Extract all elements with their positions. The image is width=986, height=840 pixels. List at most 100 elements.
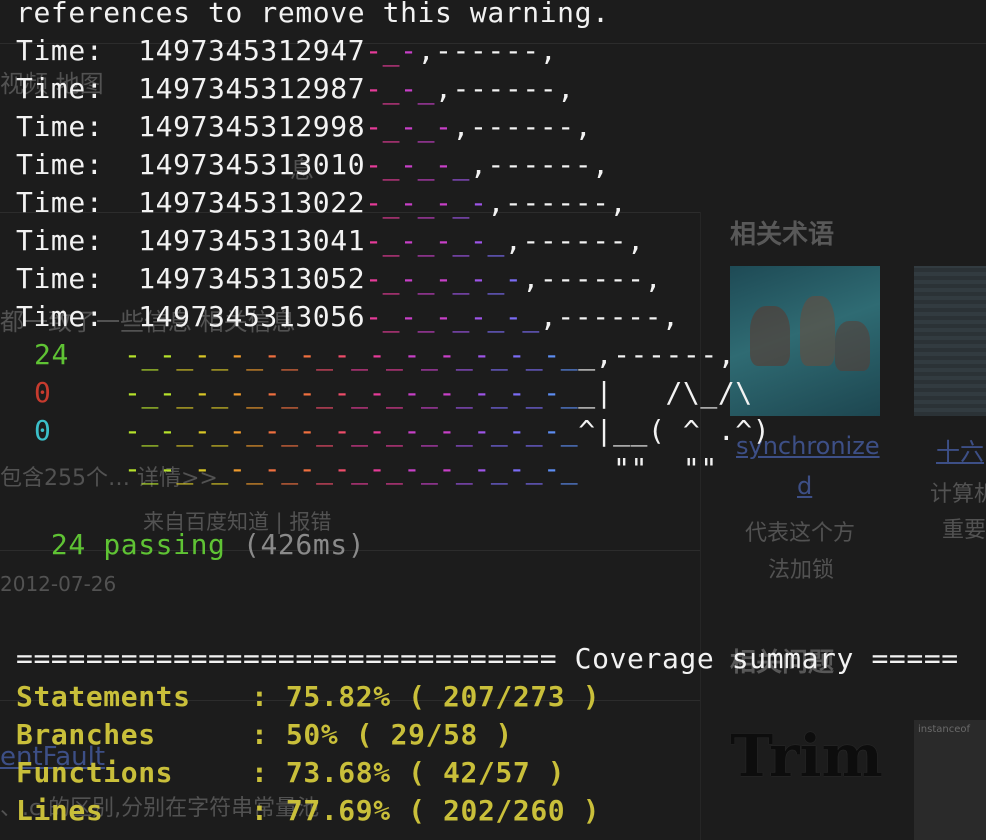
rainbow-segment: _ [452, 224, 470, 257]
coverage-row: Branches: 50% ( 29/58 ) [16, 716, 513, 754]
time-tail: ,------, [452, 110, 593, 143]
rainbow-segment: - [400, 34, 418, 67]
rainbow-segment: _ [420, 376, 439, 409]
rainbow-segment: _ [487, 262, 505, 295]
rainbow-segment: _ [420, 338, 439, 371]
rainbow-segment: _ [417, 224, 436, 257]
time-label: Time: [16, 72, 139, 105]
coverage-header-rule-left: =============================== [16, 642, 558, 675]
rainbow-segment: - [333, 338, 352, 371]
warning-line: references to remove this warning. [16, 0, 610, 29]
rainbow-segment: - [365, 300, 383, 333]
rainbow-segment: - [158, 452, 177, 485]
terminal-window[interactable]: references to remove this warning. Time:… [0, 0, 986, 840]
rainbow-segment: - [298, 376, 317, 409]
rainbow-segment: _ [452, 148, 470, 181]
rainbow-segment: - [400, 110, 418, 143]
rainbow-segment: _ [141, 376, 159, 409]
rainbow-segment: - [365, 186, 383, 219]
coverage-value: : 73.68% ( 42/57 ) [251, 756, 566, 789]
rainbow-segment: - [365, 34, 383, 67]
coverage-label: Lines [16, 794, 104, 827]
rainbow-segment: _ [316, 452, 334, 485]
rainbow-segment: - [400, 186, 418, 219]
rainbow-segment: _ [211, 376, 229, 409]
rainbow-segment: _ [141, 338, 159, 371]
coverage-label: Branches [16, 718, 156, 751]
rainbow-segment: _ [487, 224, 505, 257]
rainbow-segment: - [228, 376, 247, 409]
passing-label: passing [103, 528, 226, 561]
time-value: 1497345313052 [138, 262, 366, 295]
rainbow-segment: - [403, 376, 421, 409]
time-label: Time: [16, 224, 139, 257]
timestamp-line: Time: 1497345312987-_-_,------, [16, 70, 575, 108]
rainbow-segment: - [368, 376, 387, 409]
rainbow-segment: - [438, 452, 456, 485]
rainbow-segment: _ [417, 110, 436, 143]
rainbow-segment: _ [246, 376, 264, 409]
rainbow-segment: _ [490, 376, 509, 409]
rainbow-segment: - [543, 376, 561, 409]
timestamp-line: Time: 1497345313010-_-_-_,------, [16, 146, 610, 184]
time-label: Time: [16, 300, 139, 333]
time-tail: ,------, [417, 34, 558, 67]
rainbow-segment: - [365, 148, 383, 181]
rainbow-segment: _ [452, 186, 470, 219]
nyan-cat-part: ^|__( ^ .^) [578, 414, 771, 447]
rainbow-segment: - [435, 300, 453, 333]
rainbow-segment: - [473, 376, 491, 409]
rainbow-segment: _ [281, 414, 299, 447]
rainbow-segment: _ [417, 148, 436, 181]
rainbow-segment: - [508, 452, 526, 485]
timestamp-line: Time: 1497345312998-_-_-,------, [16, 108, 592, 146]
rainbow-segment: _ [417, 262, 436, 295]
rainbow-segment: - [333, 452, 352, 485]
rainbow-segment: - [435, 186, 453, 219]
rainbow-segment: - [193, 452, 212, 485]
rainbow-segment: _ [417, 72, 436, 105]
rainbow-segment: _ [351, 414, 369, 447]
rainbow-segment: _ [490, 452, 509, 485]
time-label: Time: [16, 186, 139, 219]
rainbow-segment: _ [452, 300, 470, 333]
rainbow-segment: _ [525, 414, 544, 447]
rainbow-segment: - [368, 338, 387, 371]
rainbow-segment: - [504, 300, 523, 333]
timestamp-line: Time: 1497345312947-_-,------, [16, 32, 557, 70]
rainbow-segment: - [543, 414, 561, 447]
timestamp-line: Time: 1497345313052-_-_-_-_-,------, [16, 260, 662, 298]
nyan-cat-part: "" "" [578, 452, 718, 485]
nyan-cat-part: _| /\_/\ [578, 376, 753, 409]
timestamp-line: Time: 1497345313022-_-_-_-,------, [16, 184, 627, 222]
time-value: 1497345312998 [138, 110, 366, 143]
rainbow-segment: _ [141, 452, 159, 485]
rainbow-segment: - [473, 338, 491, 371]
rainbow-segment: _ [382, 72, 401, 105]
rainbow-segment: _ [420, 452, 439, 485]
rainbow-segment: - [543, 338, 561, 371]
rainbow-segment: - [263, 338, 282, 371]
rainbow-segment: - [333, 376, 352, 409]
rainbow-segment: - [298, 338, 317, 371]
rainbow-segment: _ [246, 452, 264, 485]
rainbow-segment: - [473, 414, 491, 447]
rainbow-segment: - [365, 72, 383, 105]
rainbow-segment: - [368, 414, 387, 447]
rainbow-segment: _ [560, 376, 579, 409]
rainbow-segment: - [435, 224, 453, 257]
rainbow-segment: _ [351, 338, 369, 371]
rainbow-segment: - [403, 414, 421, 447]
rainbow-segment: - [124, 338, 142, 371]
rainbow-segment: _ [246, 414, 264, 447]
rainbow-segment: _ [316, 414, 334, 447]
pending-count: 0 [34, 414, 52, 447]
nyan-row: 0 -_-_-_-_-_-_-_-_-_-_-_-_-_^|__( ^ .^) [16, 412, 770, 450]
rainbow-segment: _ [316, 338, 334, 371]
passing-summary: 24 passing (426ms) [16, 526, 365, 564]
time-value: 1497345313056 [138, 300, 366, 333]
time-tail: ,------, [469, 148, 610, 181]
time-label: Time: [16, 148, 139, 181]
rainbow-segment: _ [382, 262, 401, 295]
rainbow-segment: - [263, 414, 282, 447]
